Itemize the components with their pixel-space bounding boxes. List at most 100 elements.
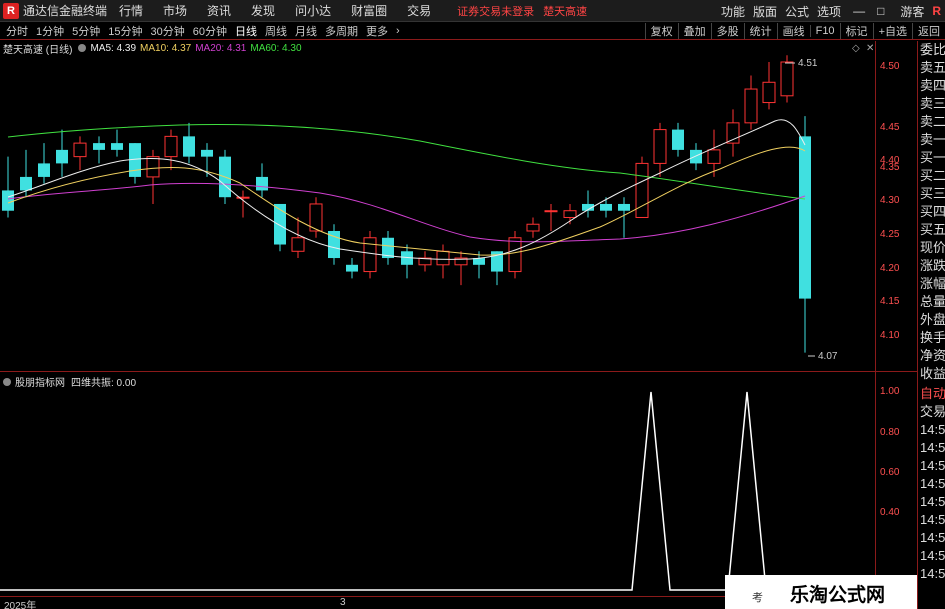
login-warning[interactable]: 证券交易未登录 楚天高速 (457, 3, 593, 19)
menu-layout[interactable]: 版面 (753, 3, 777, 20)
candle-body[interactable] (73, 142, 87, 158)
indicator-chart[interactable] (0, 372, 875, 596)
menu-trade[interactable]: 交易 (407, 2, 431, 19)
sidebar-item[interactable]: 卖五 (918, 59, 945, 77)
diamond-icon[interactable]: ◇ (852, 43, 860, 54)
candle-body[interactable] (672, 129, 684, 150)
guest-label[interactable]: 游客 (900, 3, 924, 20)
sidebar-item[interactable]: 卖二 (918, 113, 945, 131)
candle-body[interactable] (93, 143, 105, 150)
period-daily[interactable]: 日线 (235, 23, 257, 39)
candle-body[interactable] (20, 176, 32, 191)
tool-adjust[interactable]: 复权 (644, 23, 678, 39)
menu-market[interactable]: 行情 (119, 2, 143, 19)
sidebar-item[interactable]: 买四 (918, 203, 945, 221)
candle-body[interactable] (363, 237, 377, 273)
sidebar-item[interactable]: 委比 (918, 41, 945, 59)
candle-body[interactable] (111, 143, 123, 150)
sidebar-item[interactable]: 买一 (918, 149, 945, 167)
menu-news[interactable]: 资讯 (207, 2, 231, 19)
candle-body[interactable] (201, 149, 213, 157)
tool-stats[interactable]: 统计 (743, 23, 777, 39)
tool-add-favorite[interactable]: +自选 (872, 23, 912, 39)
candle-body[interactable] (600, 203, 612, 211)
menu-formula[interactable]: 公式 (785, 3, 809, 20)
tool-draw[interactable]: 画线 (776, 23, 810, 39)
red-badge[interactable]: R (932, 4, 941, 18)
tool-overlay[interactable]: 叠加 (677, 23, 711, 39)
candle-body[interactable] (563, 210, 577, 218)
sidebar-item[interactable]: 总量 (918, 293, 945, 311)
period-30min[interactable]: 30分钟 (151, 23, 185, 39)
period-60min[interactable]: 60分钟 (193, 23, 227, 39)
sidebar-item[interactable]: 买五 (918, 221, 945, 239)
candle-body[interactable] (2, 190, 14, 211)
sidebar-item[interactable]: 卖四 (918, 77, 945, 95)
sidebar-trade[interactable]: 交易 (918, 403, 945, 421)
legend-toggle-icon[interactable] (78, 44, 87, 52)
indicator-toggle-icon[interactable] (3, 377, 11, 386)
menu-ask[interactable]: 问小达 (295, 2, 331, 19)
sidebar-item[interactable]: 涨跌 (918, 257, 945, 275)
candle-body[interactable] (146, 156, 160, 178)
candle-body[interactable] (256, 176, 268, 191)
sidebar-item[interactable]: 买二 (918, 167, 945, 185)
stock-name[interactable]: 楚天高速 (日线) (3, 41, 72, 56)
tool-f10[interactable]: F10 (809, 25, 840, 37)
sidebar-item[interactable]: 涨幅 (918, 275, 945, 293)
candlestick-chart[interactable] (0, 41, 875, 371)
period-intraday[interactable]: 分时 (6, 23, 28, 39)
period-multi[interactable]: 多周期 (325, 23, 358, 39)
close-icon[interactable]: ✕ (866, 43, 874, 54)
menu-wealth[interactable]: 财富圈 (351, 2, 387, 19)
sidebar-item[interactable]: 卖三 (918, 95, 945, 113)
sidebar-item[interactable]: 卖一 (918, 131, 945, 149)
candle-body[interactable] (762, 81, 776, 104)
indicator-name[interactable]: 股朋指标网 (15, 374, 65, 389)
candle-body[interactable] (744, 88, 758, 124)
candle-body[interactable] (544, 210, 558, 213)
sidebar-item[interactable]: 现价 (918, 239, 945, 257)
sidebar-item[interactable]: 净资 (918, 347, 945, 365)
tool-back[interactable]: 返回 (912, 23, 945, 39)
chevron-right-icon[interactable]: › (396, 25, 400, 37)
candle-body[interactable] (526, 223, 540, 232)
sidebar-item[interactable]: 买三 (918, 185, 945, 203)
candle-body[interactable] (38, 163, 50, 177)
period-monthly[interactable]: 月线 (295, 23, 317, 39)
login-warning-text[interactable]: 证券交易未登录 (457, 6, 534, 18)
candle-body[interactable] (707, 149, 721, 164)
period-1min[interactable]: 1分钟 (36, 23, 64, 39)
sidebar-item[interactable]: 外盘 (918, 311, 945, 329)
menu-markets[interactable]: 市场 (163, 2, 187, 19)
minimize-icon[interactable]: — (853, 4, 865, 18)
period-15min[interactable]: 15分钟 (108, 23, 142, 39)
maximize-icon[interactable]: □ (877, 4, 884, 18)
sidebar-auto[interactable]: 自动 (918, 385, 945, 403)
tool-mark[interactable]: 标记 (839, 23, 873, 39)
candle-body[interactable] (183, 136, 195, 157)
period-weekly[interactable]: 周线 (265, 23, 287, 39)
menu-function[interactable]: 功能 (721, 3, 745, 20)
candle-body[interactable] (799, 136, 811, 299)
stock-badge[interactable]: 楚天高速 (543, 6, 587, 18)
candle-body[interactable] (291, 237, 305, 252)
candle-body[interactable] (508, 237, 522, 273)
candle-body[interactable] (780, 61, 794, 97)
sidebar-item[interactable]: 换手 (918, 329, 945, 347)
period-5min[interactable]: 5分钟 (72, 23, 100, 39)
candle-body[interactable] (346, 264, 358, 272)
candle-body[interactable] (690, 149, 702, 164)
menu-options[interactable]: 选项 (817, 3, 841, 20)
period-more[interactable]: 更多 (366, 23, 388, 39)
candle-body[interactable] (653, 129, 667, 164)
candle-body[interactable] (635, 162, 649, 218)
menu-discover[interactable]: 发现 (251, 2, 275, 19)
tool-multistock[interactable]: 多股 (710, 23, 744, 39)
candle-body[interactable] (164, 135, 178, 158)
sidebar-item[interactable]: 收益 (918, 365, 945, 383)
candle-body[interactable] (618, 203, 630, 211)
candle-body[interactable] (436, 250, 450, 266)
sidebar-time: 14:56 (920, 530, 945, 545)
candle-body[interactable] (56, 149, 68, 164)
